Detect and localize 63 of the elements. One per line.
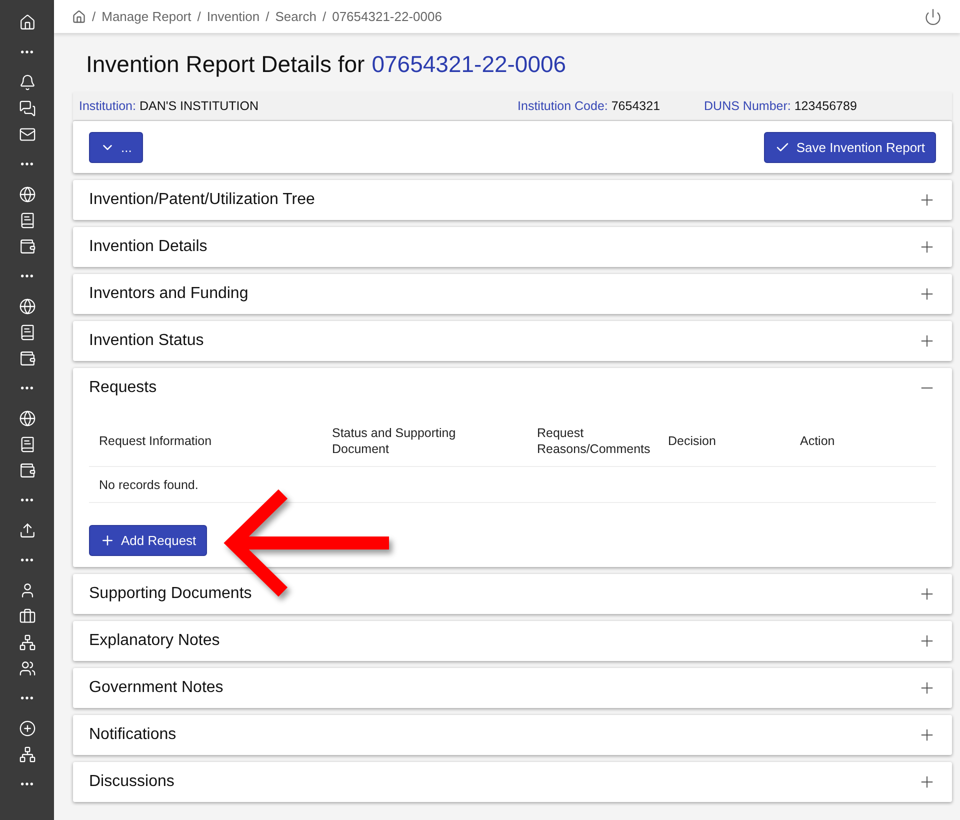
breadcrumb-link[interactable]: Search bbox=[275, 9, 316, 24]
info-field: Institution Code: 7654321 bbox=[518, 99, 660, 113]
column-header: Request Reasons/Comments bbox=[537, 425, 652, 457]
globe-icon[interactable] bbox=[18, 298, 36, 314]
hierarchy-icon[interactable] bbox=[18, 746, 36, 762]
breadcrumb-separator: / bbox=[266, 9, 270, 24]
section-header[interactable]: Invention/Patent/Utilization Tree bbox=[73, 180, 952, 220]
column-header: Action bbox=[800, 433, 836, 449]
section-header[interactable]: Notifications bbox=[73, 715, 952, 755]
briefcase-icon[interactable] bbox=[18, 608, 36, 624]
mail-icon[interactable] bbox=[18, 126, 36, 142]
section-header[interactable]: Inventors and Funding bbox=[73, 274, 952, 314]
users-icon[interactable] bbox=[18, 660, 36, 676]
chat-icon[interactable] bbox=[18, 100, 36, 116]
section-header[interactable]: Invention Details bbox=[73, 227, 952, 267]
section-title: Invention Status bbox=[89, 332, 204, 350]
wallet-icon[interactable] bbox=[18, 238, 36, 254]
empty-message: No records found. bbox=[98, 478, 200, 492]
plus-circle-icon[interactable] bbox=[18, 720, 36, 736]
report-id-link[interactable]: 07654321-22-0006 bbox=[372, 51, 566, 78]
section-title: Notifications bbox=[89, 726, 176, 744]
section-title: Inventors and Funding bbox=[89, 285, 248, 303]
section-title: Invention Details bbox=[89, 238, 208, 256]
breadcrumb-separator: / bbox=[92, 9, 96, 24]
section-header[interactable]: Invention Status bbox=[73, 321, 952, 361]
section-title: Invention/Patent/Utilization Tree bbox=[89, 191, 315, 209]
page-title: Invention Report Details for bbox=[86, 51, 365, 78]
section-header[interactable]: Supporting Documents bbox=[73, 574, 952, 614]
menu-button[interactable]: ... bbox=[89, 132, 143, 162]
section-header[interactable]: Government Notes bbox=[73, 668, 952, 708]
upload-icon[interactable] bbox=[18, 522, 36, 538]
breadcrumb-link[interactable]: 07654321-22-0006 bbox=[332, 9, 442, 24]
power-icon[interactable] bbox=[924, 8, 942, 26]
column-header: Status and Supporting Document bbox=[332, 425, 457, 457]
hierarchy-icon[interactable] bbox=[18, 634, 36, 650]
home-icon[interactable] bbox=[72, 10, 86, 24]
section-title: Explanatory Notes bbox=[89, 632, 220, 650]
bell-icon[interactable] bbox=[18, 74, 36, 90]
section-title: Government Notes bbox=[89, 679, 224, 697]
section-title: Supporting Documents bbox=[89, 585, 252, 603]
book-icon[interactable] bbox=[18, 436, 36, 452]
breadcrumb-separator: / bbox=[197, 9, 201, 24]
column-header: Request Information bbox=[99, 433, 213, 449]
book-icon[interactable] bbox=[18, 324, 36, 340]
breadcrumb-link[interactable]: Invention bbox=[206, 9, 260, 24]
column-header: Decision bbox=[668, 433, 717, 449]
breadcrumb-link[interactable]: Manage Report bbox=[102, 9, 192, 24]
add-request-button[interactable]: Add Request bbox=[89, 525, 208, 556]
section-title: Requests bbox=[89, 379, 157, 397]
info-field: Institution: DAN'S INSTITUTION bbox=[79, 99, 259, 113]
section-header[interactable]: Requests bbox=[73, 368, 952, 408]
globe-icon[interactable] bbox=[18, 410, 36, 426]
section-header[interactable]: Explanatory Notes bbox=[73, 621, 952, 661]
section-header[interactable]: Discussions bbox=[73, 762, 952, 802]
wallet-icon[interactable] bbox=[18, 350, 36, 366]
breadcrumb-separator: / bbox=[322, 9, 326, 24]
section-title: Discussions bbox=[89, 773, 174, 791]
wallet-icon[interactable] bbox=[18, 462, 36, 478]
plus-icon bbox=[100, 533, 115, 548]
book-icon[interactable] bbox=[18, 212, 36, 228]
info-field: DUNS Number: 123456789 bbox=[704, 99, 857, 113]
globe-icon[interactable] bbox=[18, 186, 36, 202]
save-button[interactable]: Save Invention Report bbox=[764, 132, 936, 162]
